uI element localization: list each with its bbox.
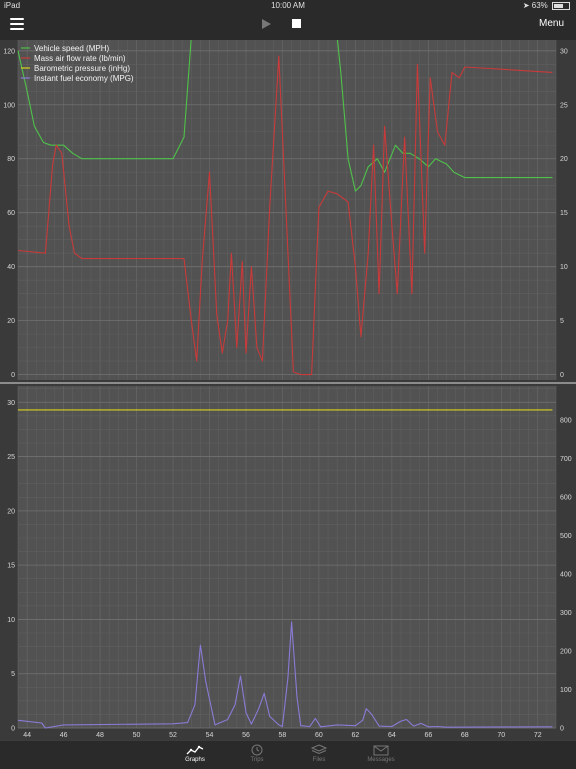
x-tick-label: 60 bbox=[315, 732, 323, 739]
left-axis-top-tick-label: 100 bbox=[3, 102, 15, 109]
left-axis-top-tick-label: 20 bbox=[7, 318, 15, 325]
x-tick-label: 48 bbox=[96, 732, 104, 739]
tab-label: Graphs bbox=[185, 757, 205, 763]
right-axis-bottom-tick-label: 100 bbox=[560, 687, 572, 694]
plot-area-bottom bbox=[18, 386, 556, 728]
graph-icon bbox=[186, 745, 204, 755]
tab-label: Messages bbox=[367, 757, 395, 763]
x-tick-label: 62 bbox=[351, 732, 359, 739]
right-axis-top-tick-label: 20 bbox=[560, 156, 568, 163]
right-axis-bottom-tick-label: 400 bbox=[560, 571, 572, 578]
tab-messages[interactable]: Messages bbox=[351, 744, 411, 763]
legend-label: Barometric pressure (inHg) bbox=[34, 64, 130, 73]
left-axis-bottom-tick-label: 10 bbox=[7, 617, 15, 624]
x-tick-label: 58 bbox=[279, 732, 287, 739]
clock-icon bbox=[251, 744, 263, 756]
left-axis-bottom-tick-label: 15 bbox=[7, 563, 15, 570]
left-axis-top-tick-label: 60 bbox=[7, 210, 15, 217]
left-axis-top-tick-label: 80 bbox=[7, 156, 15, 163]
left-axis-bottom-tick-label: 30 bbox=[7, 400, 15, 407]
right-axis-bottom-tick-label: 200 bbox=[560, 648, 572, 655]
x-tick-label: 68 bbox=[461, 732, 469, 739]
right-axis-top-tick-label: 10 bbox=[560, 264, 568, 271]
left-axis-bottom-tick-label: 25 bbox=[7, 454, 15, 461]
right-axis-bottom-tick-label: 700 bbox=[560, 456, 572, 463]
x-tick-label: 50 bbox=[133, 732, 141, 739]
legend-label: Vehicle speed (MPH) bbox=[34, 44, 109, 53]
top-toolbar: Menu bbox=[0, 12, 576, 40]
battery-icon bbox=[552, 1, 570, 10]
x-tick-label: 44 bbox=[23, 732, 31, 739]
right-axis-top-tick-label: 15 bbox=[560, 210, 568, 217]
hamburger-icon[interactable] bbox=[10, 18, 24, 32]
right-axis-bottom-tick-label: 800 bbox=[560, 417, 572, 424]
x-tick-label: 52 bbox=[169, 732, 177, 739]
right-axis-bottom-tick-label: 300 bbox=[560, 610, 572, 617]
tab-label: Files bbox=[312, 757, 326, 763]
right-axis-bottom-tick-label: 0 bbox=[560, 726, 564, 733]
x-tick-label: 46 bbox=[60, 732, 68, 739]
battery-area: ➤ 63% bbox=[523, 1, 570, 10]
legend-label: Mass air flow rate (lb/min) bbox=[34, 54, 126, 63]
tab-label: Trips bbox=[250, 757, 264, 763]
status-bar: iPad 10:00 AM ➤ 63% bbox=[0, 0, 576, 12]
stop-icon[interactable] bbox=[292, 19, 301, 28]
right-axis-top-tick-label: 5 bbox=[560, 318, 564, 325]
left-axis-bottom-tick-label: 20 bbox=[7, 508, 15, 515]
location-arrow-icon: ➤ bbox=[522, 1, 530, 10]
x-tick-label: 64 bbox=[388, 732, 396, 739]
x-tick-label: 70 bbox=[497, 732, 505, 739]
right-axis-top-tick-label: 25 bbox=[560, 102, 568, 109]
x-tick-label: 66 bbox=[424, 732, 432, 739]
right-axis-bottom-tick-label: 500 bbox=[560, 533, 572, 540]
play-icon[interactable] bbox=[262, 19, 271, 29]
battery-percent: 63% bbox=[531, 1, 548, 10]
x-tick-label: 72 bbox=[534, 732, 542, 739]
left-axis-top-tick-label: 40 bbox=[7, 264, 15, 271]
right-axis-bottom-tick-label: 600 bbox=[560, 494, 572, 501]
right-axis-top-tick-label: 0 bbox=[560, 372, 564, 379]
tab-trips[interactable]: Trips bbox=[227, 744, 287, 763]
clock: 10:00 AM bbox=[271, 1, 305, 10]
left-axis-bottom-tick-label: 5 bbox=[11, 671, 15, 678]
menu-button[interactable]: Menu bbox=[539, 18, 564, 29]
right-axis-top-tick-label: 30 bbox=[560, 48, 568, 55]
tab-bar: Graphs Trips Files Messages bbox=[0, 740, 576, 769]
stack-icon bbox=[310, 744, 328, 755]
x-tick-label: 56 bbox=[242, 732, 250, 739]
tab-files[interactable]: Files bbox=[289, 744, 349, 763]
left-axis-top-tick-label: 120 bbox=[3, 48, 15, 55]
left-axis-top-tick-label: 0 bbox=[11, 372, 15, 379]
left-axis-bottom-tick-label: 0 bbox=[11, 726, 15, 733]
mail-icon bbox=[373, 745, 389, 756]
x-tick-label: 54 bbox=[206, 732, 214, 739]
legend-label: Instant fuel economy (MPG) bbox=[34, 74, 134, 83]
tab-graphs[interactable]: Graphs bbox=[165, 744, 225, 763]
obd-graphs[interactable]: 0204060801001200510152025300510152025300… bbox=[0, 40, 576, 740]
